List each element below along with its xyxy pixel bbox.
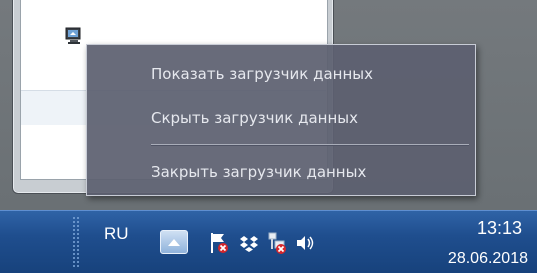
tray-context-menu: Показать загрузчик данных Скрыть загрузч…	[86, 44, 476, 196]
menu-item-close-loader[interactable]: Закрыть загрузчик данных	[87, 157, 475, 187]
clock-time: 13:13	[476, 218, 522, 238]
menu-separator	[151, 144, 469, 146]
dropbox-icon[interactable]	[238, 230, 260, 256]
menu-item-show-loader[interactable]: Показать загрузчик данных	[87, 59, 475, 89]
volume-icon[interactable]	[294, 230, 316, 256]
language-indicator[interactable]: RU	[104, 224, 129, 244]
taskbar-grip[interactable]	[72, 216, 80, 268]
taskbar-clock[interactable]: 13:13 28.06.2018	[420, 216, 528, 272]
show-hidden-icons-button[interactable]	[160, 230, 188, 254]
menu-item-hide-loader[interactable]: Скрыть загрузчик данных	[87, 103, 475, 133]
network-disconnected-icon[interactable]	[266, 230, 288, 256]
data-loader-app-icon[interactable]	[64, 26, 84, 46]
clock-date: 28.06.2018	[447, 250, 528, 267]
chevron-up-icon	[168, 239, 180, 246]
action-center-flag-icon[interactable]	[208, 230, 230, 256]
